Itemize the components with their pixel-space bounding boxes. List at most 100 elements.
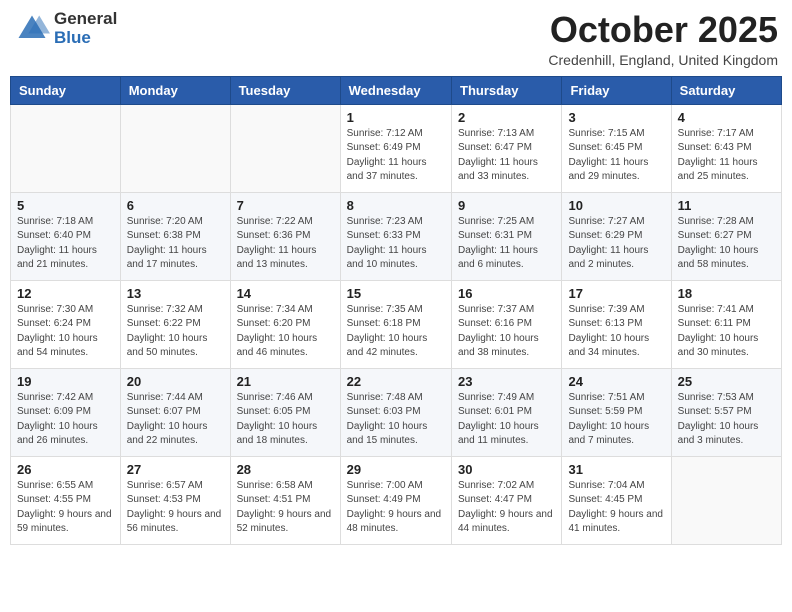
calendar-week-row: 12 Sunrise: 7:30 AMSunset: 6:24 PMDayligh…	[11, 280, 782, 368]
day-info: Sunrise: 6:58 AMSunset: 4:51 PMDaylight:…	[237, 479, 334, 537]
calendar-cell: 10Sunrise: 7:27 AMSunset: 6:29 PMDayligh…	[562, 192, 671, 280]
calendar-cell: 20Sunrise: 7:44 AMSunset: 6:07 PMDayligh…	[120, 368, 230, 456]
day-info: Sunrise: 7:42 AMSunset: 6:09 PMDaylight:…	[17, 391, 114, 449]
calendar-week-row: 1 Sunrise: 7:12 AMSunset: 6:49 PMDaylight…	[11, 104, 782, 192]
column-header-friday: Friday	[562, 76, 671, 104]
calendar-cell	[230, 104, 340, 192]
day-info: Sunrise: 7:49 AMSunset: 6:01 PMDaylight:…	[458, 391, 555, 449]
day-info: Sunrise: 7:23 AMSunset: 6:33 PMDaylight:…	[347, 215, 445, 273]
calendar-cell: 8 Sunrise: 7:23 AMSunset: 6:33 PMDaylight…	[340, 192, 451, 280]
calendar-cell: 30 Sunrise: 7:02 AMSunset: 4:47 PMDayligh…	[452, 456, 562, 544]
day-number: 30	[458, 462, 555, 477]
day-number: 29	[347, 462, 445, 477]
day-number: 22	[347, 374, 445, 389]
column-header-thursday: Thursday	[452, 76, 562, 104]
column-header-wednesday: Wednesday	[340, 76, 451, 104]
calendar-cell: 31 Sunrise: 7:04 AMSunset: 4:45 PMDayligh…	[562, 456, 671, 544]
day-info: Sunrise: 7:32 AMSunset: 6:22 PMDaylight:…	[127, 303, 224, 361]
calendar-cell: 29 Sunrise: 7:00 AMSunset: 4:49 PMDayligh…	[340, 456, 451, 544]
day-info: Sunrise: 7:20 AMSunset: 6:38 PMDaylight:…	[127, 215, 224, 273]
logo-icon	[14, 11, 50, 47]
day-number: 23	[458, 374, 555, 389]
calendar-cell: 23 Sunrise: 7:49 AMSunset: 6:01 PMDayligh…	[452, 368, 562, 456]
column-header-saturday: Saturday	[671, 76, 781, 104]
day-number: 26	[17, 462, 114, 477]
day-number: 31	[568, 462, 664, 477]
calendar-cell: 27 Sunrise: 6:57 AMSunset: 4:53 PMDayligh…	[120, 456, 230, 544]
column-header-sunday: Sunday	[11, 76, 121, 104]
day-info: Sunrise: 7:35 AMSunset: 6:18 PMDaylight:…	[347, 303, 445, 361]
day-info: Sunrise: 7:53 AMSunset: 5:57 PMDaylight:…	[678, 391, 775, 449]
day-info: Sunrise: 6:55 AMSunset: 4:55 PMDaylight:…	[17, 479, 114, 537]
calendar-week-row: 5Sunrise: 7:18 AMSunset: 6:40 PMDaylight…	[11, 192, 782, 280]
day-info: Sunrise: 7:48 AMSunset: 6:03 PMDaylight:…	[347, 391, 445, 449]
day-info: Sunrise: 7:12 AMSunset: 6:49 PMDaylight:…	[347, 127, 445, 185]
day-number: 2	[458, 110, 555, 125]
day-number: 3	[568, 110, 664, 125]
day-number: 12	[17, 286, 114, 301]
calendar-cell: 1 Sunrise: 7:12 AMSunset: 6:49 PMDaylight…	[340, 104, 451, 192]
logo-text: General Blue	[54, 10, 117, 47]
day-number: 13	[127, 286, 224, 301]
day-info: Sunrise: 6:57 AMSunset: 4:53 PMDaylight:…	[127, 479, 224, 537]
calendar-cell	[11, 104, 121, 192]
day-info: Sunrise: 7:13 AMSunset: 6:47 PMDaylight:…	[458, 127, 555, 185]
day-number: 6	[127, 198, 224, 213]
calendar-cell: 7 Sunrise: 7:22 AMSunset: 6:36 PMDaylight…	[230, 192, 340, 280]
day-number: 18	[678, 286, 775, 301]
month-title: October 2025	[548, 10, 778, 50]
location: Credenhill, England, United Kingdom	[548, 52, 778, 68]
calendar-cell: 18Sunrise: 7:41 AMSunset: 6:11 PMDayligh…	[671, 280, 781, 368]
day-info: Sunrise: 7:37 AMSunset: 6:16 PMDaylight:…	[458, 303, 555, 361]
day-number: 8	[347, 198, 445, 213]
calendar-cell: 14Sunrise: 7:34 AMSunset: 6:20 PMDayligh…	[230, 280, 340, 368]
day-number: 9	[458, 198, 555, 213]
calendar-cell: 12 Sunrise: 7:30 AMSunset: 6:24 PMDayligh…	[11, 280, 121, 368]
column-header-tuesday: Tuesday	[230, 76, 340, 104]
day-number: 7	[237, 198, 334, 213]
calendar-cell	[120, 104, 230, 192]
calendar-cell: 16Sunrise: 7:37 AMSunset: 6:16 PMDayligh…	[452, 280, 562, 368]
calendar-cell: 6 Sunrise: 7:20 AMSunset: 6:38 PMDaylight…	[120, 192, 230, 280]
calendar-cell: 15 Sunrise: 7:35 AMSunset: 6:18 PMDayligh…	[340, 280, 451, 368]
day-number: 4	[678, 110, 775, 125]
calendar-header-row: SundayMondayTuesdayWednesdayThursdayFrid…	[11, 76, 782, 104]
day-number: 24	[568, 374, 664, 389]
day-info: Sunrise: 7:39 AMSunset: 6:13 PMDaylight:…	[568, 303, 664, 361]
calendar-cell: 21Sunrise: 7:46 AMSunset: 6:05 PMDayligh…	[230, 368, 340, 456]
day-number: 25	[678, 374, 775, 389]
day-number: 27	[127, 462, 224, 477]
calendar-cell: 17 Sunrise: 7:39 AMSunset: 6:13 PMDayligh…	[562, 280, 671, 368]
day-number: 17	[568, 286, 664, 301]
day-info: Sunrise: 7:02 AMSunset: 4:47 PMDaylight:…	[458, 479, 555, 537]
day-info: Sunrise: 7:30 AMSunset: 6:24 PMDaylight:…	[17, 303, 114, 361]
calendar-cell: 26 Sunrise: 6:55 AMSunset: 4:55 PMDayligh…	[11, 456, 121, 544]
calendar-week-row: 26 Sunrise: 6:55 AMSunset: 4:55 PMDayligh…	[11, 456, 782, 544]
day-number: 11	[678, 198, 775, 213]
day-number: 1	[347, 110, 445, 125]
day-number: 19	[17, 374, 114, 389]
calendar-cell: 3 Sunrise: 7:15 AMSunset: 6:45 PMDaylight…	[562, 104, 671, 192]
day-number: 21	[237, 374, 334, 389]
day-number: 5	[17, 198, 114, 213]
day-number: 15	[347, 286, 445, 301]
day-info: Sunrise: 7:17 AMSunset: 6:43 PMDaylight:…	[678, 127, 775, 185]
day-info: Sunrise: 7:44 AMSunset: 6:07 PMDaylight:…	[127, 391, 224, 449]
calendar-week-row: 19 Sunrise: 7:42 AMSunset: 6:09 PMDayligh…	[11, 368, 782, 456]
day-info: Sunrise: 7:15 AMSunset: 6:45 PMDaylight:…	[568, 127, 664, 185]
day-info: Sunrise: 7:00 AMSunset: 4:49 PMDaylight:…	[347, 479, 445, 537]
page-header: General Blue October 2025 Credenhill, En…	[10, 10, 782, 68]
logo: General Blue	[14, 10, 117, 47]
calendar-cell: 24 Sunrise: 7:51 AMSunset: 5:59 PMDayligh…	[562, 368, 671, 456]
day-info: Sunrise: 7:51 AMSunset: 5:59 PMDaylight:…	[568, 391, 664, 449]
day-info: Sunrise: 7:22 AMSunset: 6:36 PMDaylight:…	[237, 215, 334, 273]
day-number: 28	[237, 462, 334, 477]
day-info: Sunrise: 7:27 AMSunset: 6:29 PMDaylight:…	[568, 215, 664, 273]
day-info: Sunrise: 7:04 AMSunset: 4:45 PMDaylight:…	[568, 479, 664, 537]
calendar-cell: 13 Sunrise: 7:32 AMSunset: 6:22 PMDayligh…	[120, 280, 230, 368]
calendar-cell: 25 Sunrise: 7:53 AMSunset: 5:57 PMDayligh…	[671, 368, 781, 456]
calendar-cell: 22 Sunrise: 7:48 AMSunset: 6:03 PMDayligh…	[340, 368, 451, 456]
calendar-cell	[671, 456, 781, 544]
calendar-cell: 11Sunrise: 7:28 AMSunset: 6:27 PMDayligh…	[671, 192, 781, 280]
logo-blue: Blue	[54, 29, 117, 48]
